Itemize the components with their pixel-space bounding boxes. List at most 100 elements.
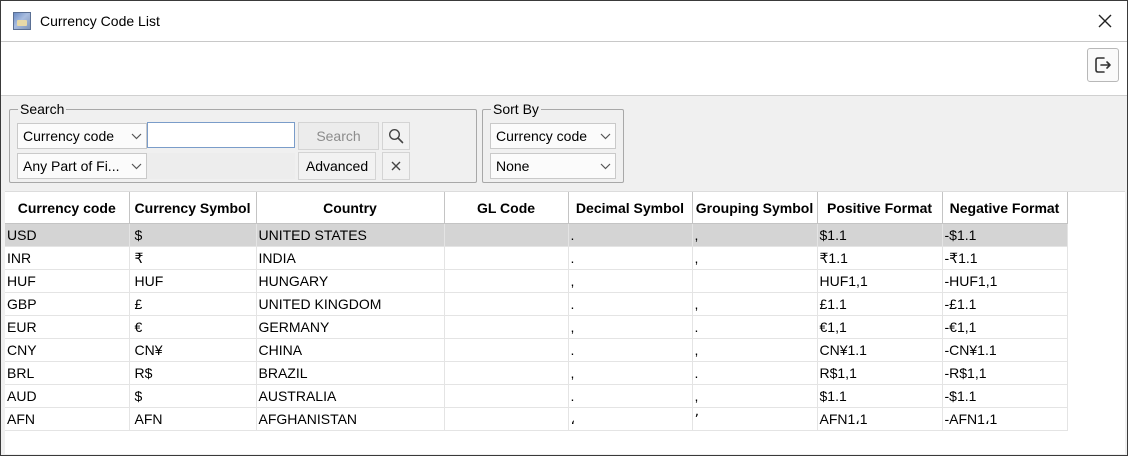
cell-grouping-symbol: ٬ xyxy=(692,407,818,431)
sort-secondary-select[interactable]: None xyxy=(490,153,616,179)
column-header-currency-symbol[interactable]: Currency Symbol xyxy=(129,192,257,224)
cell-negative-format: -$1.1 xyxy=(942,384,1068,408)
cell-decimal-symbol: , xyxy=(568,315,693,339)
cell-currency-symbol: AFN xyxy=(129,407,257,431)
cell-gl-code xyxy=(444,407,569,431)
search-input[interactable] xyxy=(147,122,295,148)
cell-decimal-symbol: ، xyxy=(568,407,693,431)
cell-gl-code xyxy=(444,361,569,385)
sort-primary-select[interactable]: Currency code xyxy=(490,123,616,149)
cell-positive-format: HUF1,1 xyxy=(817,269,943,293)
search-icon-button[interactable] xyxy=(382,122,410,150)
cell-grouping-symbol: , xyxy=(692,292,818,316)
cell-grouping-symbol: . xyxy=(692,361,818,385)
table-row[interactable]: HUF HUF HUNGARY, HUF1,1 -HUF1,1 xyxy=(5,269,1068,293)
sort-secondary-value: None xyxy=(496,158,530,174)
search-secondary-field xyxy=(147,153,295,179)
cell-gl-code xyxy=(444,223,569,247)
cell-currency-symbol: HUF xyxy=(129,269,257,293)
chevron-down-icon xyxy=(131,154,142,178)
cell-positive-format: $1.1 xyxy=(817,384,943,408)
cell-grouping-symbol: , xyxy=(692,246,818,270)
cell-positive-format: R$1,1 xyxy=(817,361,943,385)
table-row[interactable]: USD $ UNITED STATES., $1.1 -$1.1 xyxy=(5,223,1068,247)
cell-grouping-symbol: , xyxy=(692,223,818,247)
search-button[interactable]: Search xyxy=(298,122,379,150)
clear-search-button[interactable] xyxy=(382,152,410,180)
cell-grouping-symbol: , xyxy=(692,338,818,362)
cell-currency-symbol: € xyxy=(129,315,257,339)
search-group-label: Search xyxy=(18,101,67,117)
cell-country: INDIA xyxy=(256,246,445,270)
cell-decimal-symbol: . xyxy=(568,338,693,362)
chevron-down-icon xyxy=(131,124,142,148)
cell-country: AUSTRALIA xyxy=(256,384,445,408)
search-field-select-value: Currency code xyxy=(23,128,115,144)
column-header-gl-code[interactable]: GL Code xyxy=(444,192,569,224)
cell-country: UNITED KINGDOM xyxy=(256,292,445,316)
cell-currency-symbol: R$ xyxy=(129,361,257,385)
cell-gl-code xyxy=(444,246,569,270)
table-row[interactable]: AUD $ AUSTRALIA., $1.1 -$1.1 xyxy=(5,384,1068,408)
table-row[interactable]: EUR € GERMANY,. €1,1 -€1,1 xyxy=(5,315,1068,339)
column-header-country[interactable]: Country xyxy=(256,192,445,224)
cell-country: GERMANY xyxy=(256,315,445,339)
cell-currency-code: BRL xyxy=(5,361,130,385)
exit-button[interactable] xyxy=(1087,48,1119,82)
table-row[interactable]: INR ₹ INDIA., ₹1.1 -₹1.1 xyxy=(5,246,1068,270)
sort-group: Sort By Currency code None xyxy=(482,101,624,183)
column-header-decimal-symbol[interactable]: Decimal Symbol xyxy=(568,192,693,224)
cell-currency-symbol: £ xyxy=(129,292,257,316)
search-field-select[interactable]: Currency code xyxy=(17,123,147,149)
cell-grouping-symbol: , xyxy=(692,384,818,408)
table-row[interactable]: AFN AFN AFGHANISTAN ، ٬ AFN1،1 -AFN1،1 xyxy=(5,407,1068,431)
cell-positive-format: ₹1.1 xyxy=(817,246,943,270)
cell-positive-format: $1.1 xyxy=(817,223,943,247)
column-header-positive-format[interactable]: Positive Format xyxy=(817,192,943,224)
table-row[interactable]: GBP £ UNITED KINGDOM., £1.1 -£1.1 xyxy=(5,292,1068,316)
cell-decimal-symbol: . xyxy=(568,384,693,408)
cell-decimal-symbol: . xyxy=(568,246,693,270)
cell-gl-code xyxy=(444,384,569,408)
title-bar: Currency Code List xyxy=(1,1,1127,42)
cell-country: HUNGARY xyxy=(256,269,445,293)
column-header-currency-code[interactable]: Currency code xyxy=(5,192,130,224)
cell-gl-code xyxy=(444,338,569,362)
search-group: Search Currency code Search Any Part of … xyxy=(9,101,477,183)
cell-decimal-symbol: . xyxy=(568,292,693,316)
chevron-down-icon xyxy=(600,124,611,148)
close-icon xyxy=(1098,14,1112,28)
cell-grouping-symbol: . xyxy=(692,315,818,339)
cell-currency-code: GBP xyxy=(5,292,130,316)
cell-positive-format: £1.1 xyxy=(817,292,943,316)
cell-currency-code: CNY xyxy=(5,338,130,362)
chevron-down-icon xyxy=(600,154,611,178)
cell-decimal-symbol: . xyxy=(568,223,693,247)
cell-currency-symbol: $ xyxy=(129,384,257,408)
cell-negative-format: -HUF1,1 xyxy=(942,269,1068,293)
table-row[interactable]: CNY CN¥ CHINA., CN¥1.1 -CN¥1.1 xyxy=(5,338,1068,362)
cell-country: UNITED STATES xyxy=(256,223,445,247)
exit-icon xyxy=(1095,57,1111,73)
cell-gl-code xyxy=(444,315,569,339)
cell-positive-format: CN¥1.1 xyxy=(817,338,943,362)
app-icon xyxy=(13,12,31,30)
cell-currency-code: HUF xyxy=(5,269,130,293)
currency-code-list-window: Currency Code List Search Currency code … xyxy=(0,0,1128,456)
close-button[interactable] xyxy=(1091,7,1119,35)
cell-country: AFGHANISTAN xyxy=(256,407,445,431)
search-match-select-value: Any Part of Fi... xyxy=(23,158,120,174)
search-match-select[interactable]: Any Part of Fi... xyxy=(17,153,147,179)
cell-negative-format: -CN¥1.1 xyxy=(942,338,1068,362)
toolbar xyxy=(1,42,1127,96)
cell-decimal-symbol: , xyxy=(568,361,693,385)
cell-negative-format: -₹1.1 xyxy=(942,246,1068,270)
cell-decimal-symbol: , xyxy=(568,269,693,293)
advanced-button[interactable]: Advanced xyxy=(298,152,376,180)
cell-currency-symbol: CN¥ xyxy=(129,338,257,362)
cell-negative-format: -$1.1 xyxy=(942,223,1068,247)
column-header-grouping-symbol[interactable]: Grouping Symbol xyxy=(692,192,818,224)
column-header-negative-format[interactable]: Negative Format xyxy=(942,192,1068,224)
cell-negative-format: -R$1,1 xyxy=(942,361,1068,385)
table-row[interactable]: BRL R$ BRAZIL,. R$1,1 -R$1,1 xyxy=(5,361,1068,385)
